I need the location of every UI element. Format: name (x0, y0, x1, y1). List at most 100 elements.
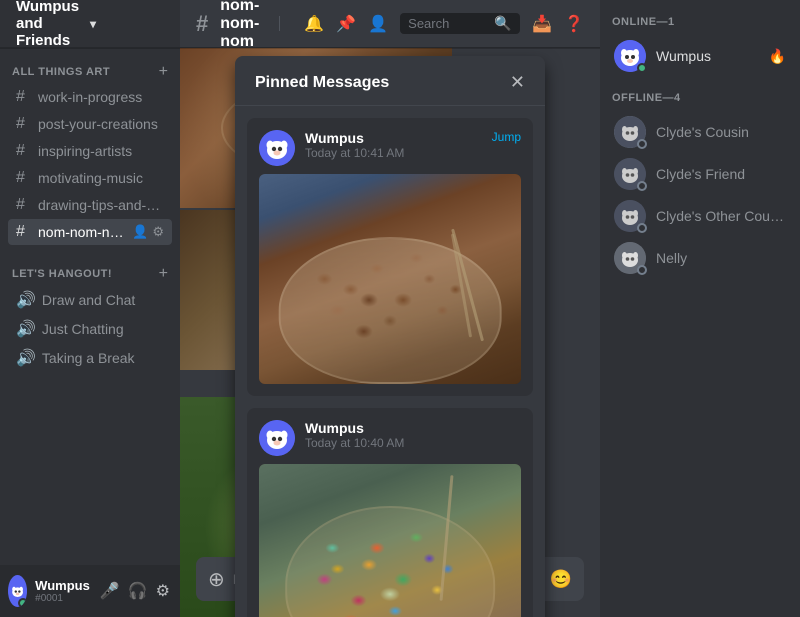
pinned-author-1: Wumpus (305, 130, 482, 146)
channel-nom-nom-nom[interactable]: # nom-nom-nom 👤 ⚙ (8, 219, 172, 245)
voice-icon: 🔊 (16, 290, 36, 310)
offline-status-indicator (637, 181, 647, 191)
offline-status-indicator (637, 223, 647, 233)
online-status-indicator (637, 63, 647, 73)
category-header-art[interactable]: ALL THINGS ART + (8, 64, 172, 80)
member-clydes-other-cousin[interactable]: Clyde's Other Cousin (608, 196, 792, 236)
category-lets-hangout: LET'S HANGOUT! + 🔊 Draw and Chat 🔊 Just … (0, 250, 180, 377)
member-name-cf: Clyde's Friend (656, 166, 786, 182)
channel-work-in-progress[interactable]: # work-in-progress (8, 84, 172, 110)
channel-name: post-your-creations (38, 116, 164, 132)
server-header[interactable]: Wumpus and Friends ▾ (0, 0, 180, 48)
pinned-jump-1[interactable]: Jump (492, 130, 521, 144)
voice-icon: 🔊 (16, 319, 36, 339)
channel-name: drawing-tips-and-tricks (38, 197, 164, 213)
channel-sidebar: Wumpus and Friends ▾ ALL THINGS ART + # … (0, 0, 180, 617)
pinned-overlay: Pinned Messages ✕ (180, 48, 600, 617)
settings-icon[interactable]: ⚙ (152, 224, 164, 240)
pinned-food-image-1[interactable] (259, 174, 521, 384)
channel-title: nom-nom-nom (220, 0, 267, 51)
pinned-author-2: Wumpus (305, 420, 521, 436)
channel-drawing-tips[interactable]: # drawing-tips-and-tricks (8, 192, 172, 218)
online-members-section: ONLINE—1 (608, 16, 792, 76)
pin-icon[interactable]: 📌 (336, 14, 356, 34)
chat-area: Wumpu Today at Pinned Messages ✕ (180, 48, 600, 617)
member-name-coc: Clyde's Other Cousin (656, 208, 786, 224)
offline-status-indicator (637, 265, 647, 275)
settings-icon[interactable]: ⚙ (154, 579, 172, 603)
voice-channel-name: Draw and Chat (42, 292, 135, 308)
channel-hash-icon: # (196, 11, 208, 37)
username: Wumpus (35, 578, 90, 593)
member-nelly[interactable]: Nelly (608, 238, 792, 278)
voice-draw-and-chat[interactable]: 🔊 Draw and Chat (8, 286, 172, 314)
channel-name: inspiring-artists (38, 143, 164, 159)
pinned-avatar-1 (259, 130, 295, 166)
member-avatar-wumpus (614, 40, 646, 72)
members-icon[interactable]: 👤 (368, 14, 388, 34)
channel-post-your-creations[interactable]: # post-your-creations (8, 111, 172, 137)
pinned-modal: Pinned Messages ✕ (235, 56, 545, 617)
member-clydes-cousin[interactable]: Clyde's Cousin (608, 112, 792, 152)
channel-motivating-music[interactable]: # motivating-music (8, 165, 172, 191)
pinned-title: Pinned Messages (255, 74, 389, 92)
pinned-msg-1-header: Wumpus Today at 10:41 AM Jump (259, 130, 521, 166)
member-name-cc: Clyde's Cousin (656, 124, 786, 140)
header-icons: 🔔 📌 👤 🔍 📥 ❓ (304, 13, 584, 34)
hash-icon: # (16, 115, 32, 133)
offline-members-section: OFFLINE—4 Clyde's (608, 92, 792, 278)
member-clydes-friend[interactable]: Clyde's Friend (608, 154, 792, 194)
category-name-hangout: LET'S HANGOUT! (12, 268, 112, 280)
category-add-art[interactable]: + (159, 64, 168, 80)
notification-bell-icon[interactable]: 🔔 (304, 14, 324, 34)
pinned-msg-2-info: Wumpus Today at 10:40 AM (305, 420, 521, 450)
user-controls: 🎤 🎧 ⚙ (98, 579, 172, 603)
category-all-things-art: ALL THINGS ART + # work-in-progress # po… (0, 48, 180, 250)
user-avatar (8, 575, 27, 607)
hash-icon: # (16, 169, 32, 187)
pinned-message-1: Wumpus Today at 10:41 AM Jump (247, 118, 533, 396)
category-name-art: ALL THINGS ART (12, 66, 110, 78)
voice-channel-name: Just Chatting (42, 321, 124, 337)
member-wumpus[interactable]: Wumpus 🔥 (608, 36, 792, 76)
user-area: Wumpus #0001 🎤 🎧 ⚙ (0, 565, 180, 617)
channel-name: motivating-music (38, 170, 164, 186)
mute-icon[interactable]: 🎤 (98, 579, 122, 603)
search-input[interactable] (408, 16, 488, 31)
channel-name: work-in-progress (38, 89, 164, 105)
voice-channel-name: Taking a Break (42, 350, 135, 366)
member-name-nelly: Nelly (656, 250, 786, 266)
channel-description: foods you're snackin on while making art (279, 16, 292, 31)
app-container: Wumpus and Friends ▾ ALL THINGS ART + # … (0, 0, 800, 617)
online-members-header: ONLINE—1 (608, 16, 792, 28)
deafen-icon[interactable]: 🎧 (126, 579, 150, 603)
pinned-content: Wumpus Today at 10:41 AM Jump (235, 106, 545, 617)
pinned-food-image-2 (259, 464, 521, 617)
online-status-dot (18, 598, 27, 607)
user-info: Wumpus #0001 (35, 578, 90, 604)
help-icon[interactable]: ❓ (564, 14, 584, 34)
server-chevron: ▾ (90, 17, 164, 31)
hash-icon: # (16, 196, 32, 214)
member-avatar-cf (614, 158, 646, 190)
category-header-hangout[interactable]: LET'S HANGOUT! + (8, 266, 172, 282)
search-box[interactable]: 🔍 (400, 13, 520, 34)
category-add-hangout[interactable]: + (159, 266, 168, 282)
offline-status-indicator (637, 139, 647, 149)
voice-taking-a-break[interactable]: 🔊 Taking a Break (8, 344, 172, 372)
add-member-icon[interactable]: 👤 (132, 224, 148, 240)
channel-inspiring-artists[interactable]: # inspiring-artists (8, 138, 172, 164)
pinned-time-1: Today at 10:41 AM (305, 146, 482, 160)
pinned-time-2: Today at 10:40 AM (305, 436, 521, 450)
hash-icon: # (16, 88, 32, 106)
channel-actions: 👤 ⚙ (132, 224, 164, 240)
member-avatar-coc (614, 200, 646, 232)
member-name-wumpus: Wumpus (656, 48, 759, 64)
user-status: #0001 (35, 593, 90, 604)
members-sidebar: ONLINE—1 (600, 0, 800, 617)
hash-icon: # (16, 142, 32, 160)
inbox-icon[interactable]: 📥 (532, 14, 552, 34)
voice-just-chatting[interactable]: 🔊 Just Chatting (8, 315, 172, 343)
pinned-close-button[interactable]: ✕ (510, 72, 525, 93)
member-emoji-fire: 🔥 (769, 48, 786, 65)
